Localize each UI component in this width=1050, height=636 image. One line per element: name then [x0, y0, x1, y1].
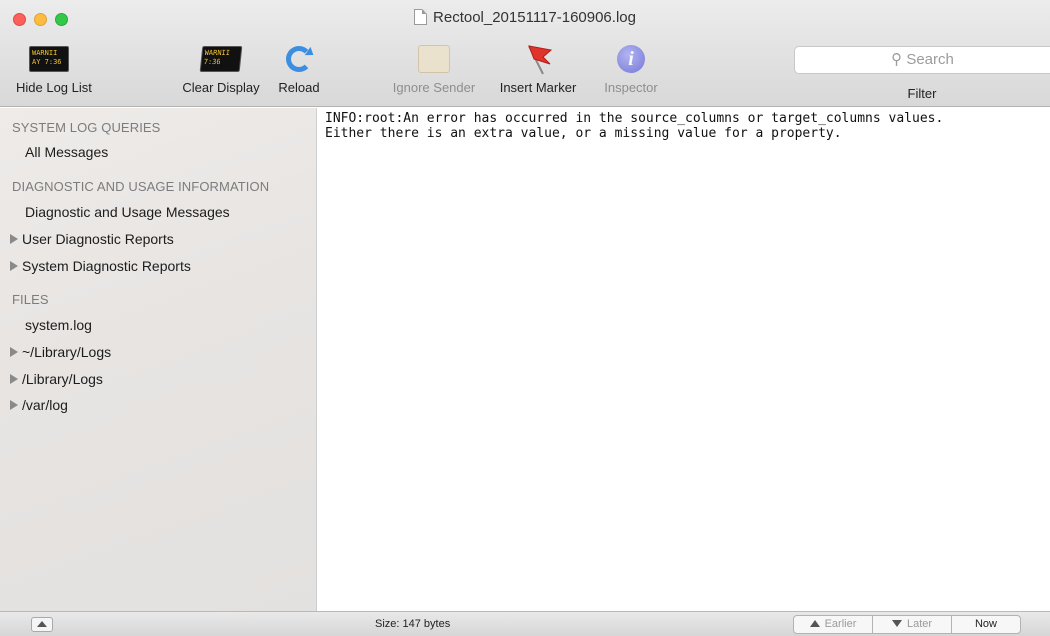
search-placeholder: Search: [906, 51, 954, 68]
later-button[interactable]: Later: [872, 615, 952, 634]
sidebar-item-library-logs[interactable]: /Library/Logs: [10, 371, 103, 387]
up-triangle-icon: [809, 620, 820, 627]
window-title: Rectool_20151117-160906.log: [0, 9, 1050, 26]
log-content-view[interactable]: INFO:root:An error has occurred in the s…: [318, 108, 1050, 611]
sidebar-item-user-diagnostic-reports[interactable]: User Diagnostic Reports: [10, 231, 174, 247]
filter-label: Filter: [907, 86, 937, 101]
now-button[interactable]: Now: [951, 615, 1021, 634]
reload-label: Reload: [278, 80, 320, 95]
down-triangle-icon: [891, 620, 902, 627]
hide-log-list-button[interactable]: WARNII AY 7:36 Hide Log List: [16, 42, 92, 95]
file-size-label: Size: 147 bytes: [375, 618, 451, 630]
section-system-log-queries: SYSTEM LOG QUERIES: [12, 120, 161, 135]
reload-button[interactable]: Reload: [275, 42, 323, 95]
broom-console-icon: WARNII 7:36: [199, 46, 243, 72]
sidebar-item-system-diagnostic-reports[interactable]: System Diagnostic Reports: [10, 258, 191, 274]
sidebar-item-diagnostic-messages[interactable]: Diagnostic and Usage Messages: [25, 204, 230, 220]
ignore-sender-button[interactable]: Ignore Sender: [384, 42, 484, 95]
inspector-label: Inspector: [604, 80, 658, 95]
search-input[interactable]: ⚲ Search: [794, 46, 1050, 74]
toggle-sidebar-button[interactable]: [31, 617, 53, 632]
window-title-text: Rectool_20151117-160906.log: [433, 9, 636, 26]
disclosure-triangle-icon[interactable]: [10, 374, 18, 384]
info-icon: i: [617, 45, 645, 73]
sidebar: SYSTEM LOG QUERIES All Messages DIAGNOST…: [0, 108, 317, 611]
window-toolbar: Rectool_20151117-160906.log WARNII AY 7:3…: [0, 0, 1050, 107]
sidebar-item-user-library-logs[interactable]: ~/Library/Logs: [10, 344, 111, 360]
document-icon: [414, 9, 428, 25]
insert-marker-label: Insert Marker: [499, 80, 577, 95]
envelope-icon: [418, 45, 450, 73]
flag-icon: [528, 45, 553, 75]
section-diagnostic-usage: DIAGNOSTIC AND USAGE INFORMATION: [12, 179, 270, 194]
reload-icon: [286, 46, 312, 72]
insert-marker-button[interactable]: Insert Marker: [488, 42, 588, 95]
earlier-button[interactable]: Earlier: [793, 615, 873, 634]
inspector-button[interactable]: i Inspector: [596, 42, 666, 95]
disclosure-triangle-icon[interactable]: [10, 347, 18, 357]
section-files: FILES: [12, 292, 49, 307]
disclosure-triangle-icon[interactable]: [10, 400, 18, 410]
sidebar-item-all-messages[interactable]: All Messages: [25, 144, 108, 160]
sidebar-item-system-log[interactable]: system.log: [25, 317, 92, 333]
disclosure-triangle-icon[interactable]: [10, 261, 18, 271]
hide-log-list-label: Hide Log List: [16, 80, 92, 95]
disclosure-triangle-icon[interactable]: [10, 234, 18, 244]
status-bar: Size: 147 bytes Earlier Later Now: [0, 611, 1050, 636]
search-icon: ⚲: [891, 51, 903, 68]
sidebar-item-var-log[interactable]: /var/log: [10, 397, 68, 413]
clear-display-label: Clear Display: [182, 80, 260, 95]
console-icon: WARNII AY 7:36: [29, 46, 69, 72]
ignore-sender-label: Ignore Sender: [392, 80, 476, 95]
clear-display-button[interactable]: WARNII 7:36 Clear Display: [175, 42, 267, 95]
